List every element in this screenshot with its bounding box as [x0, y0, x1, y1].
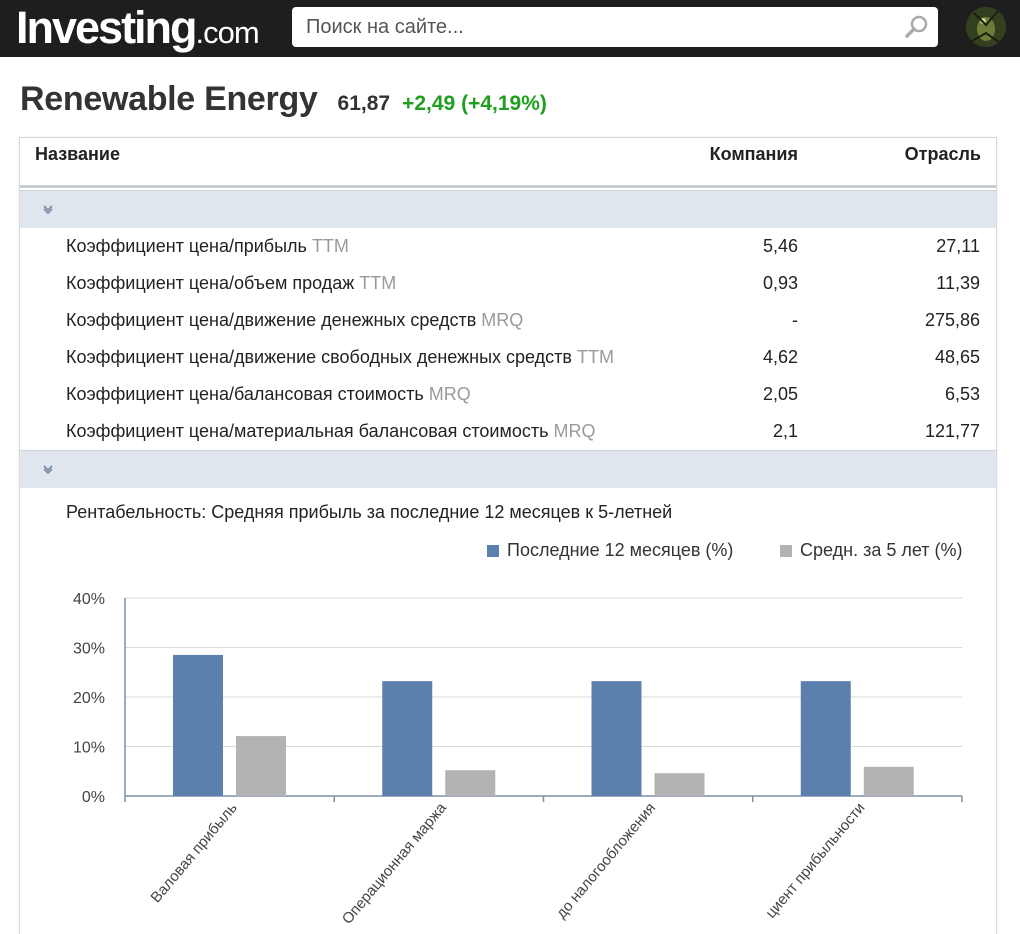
- logo-main-text: Investing: [16, 2, 198, 53]
- table-row: Коэффициент цена/балансовая стоимость MRQ…: [20, 376, 996, 413]
- row-industry-value: 121,77: [924, 421, 980, 441]
- row-label: Коэффициент цена/объем продаж TTM: [66, 273, 396, 294]
- row-period-suffix: MRQ: [428, 384, 471, 404]
- chevron-down-icon: [43, 205, 53, 215]
- table-row: Коэффициент цена/движение свободных дене…: [20, 339, 996, 376]
- x-tick-label: Валовая прибыль: [147, 800, 240, 907]
- search-input[interactable]: [292, 7, 892, 47]
- bar: [173, 654, 223, 796]
- row-label: Коэффициент цена/движение свободных дене…: [66, 347, 614, 368]
- row-industry-value: 27,11: [936, 236, 980, 256]
- row-label: Коэффициент цена/балансовая стоимость MRQ: [66, 384, 471, 405]
- bar: [654, 773, 705, 796]
- row-label-text: Коэффициент цена/движение денежных средс…: [66, 310, 477, 330]
- search-icon[interactable]: [904, 14, 930, 40]
- row-period-suffix: TTM: [359, 273, 397, 293]
- row-period-suffix: TTM: [576, 347, 614, 367]
- section-toggle-valuation[interactable]: [20, 190, 996, 228]
- row-company-value: 5,46: [762, 236, 798, 256]
- y-tick-label: 30%: [73, 641, 105, 658]
- row-label-text: Коэффициент цена/движение свободных дене…: [66, 347, 572, 367]
- last-price: 61,87: [337, 92, 391, 115]
- column-header-name: Название: [35, 144, 120, 164]
- column-header-industry: Отрасль: [904, 144, 981, 164]
- search-box: [292, 7, 938, 47]
- x-tick-label: Операционная маржа: [339, 799, 451, 927]
- row-label-text: Коэффициент цена/балансовая стоимость: [66, 384, 424, 404]
- legend-label: Последние 12 месяцев (%): [507, 540, 734, 560]
- row-label-text: Коэффициент цена/прибыль: [66, 236, 307, 256]
- bar: [800, 681, 851, 796]
- row-company-value: 2,1: [772, 421, 798, 441]
- row-label-text: Коэффициент цена/материальная балансовая…: [66, 421, 549, 441]
- legend-swatch: [487, 544, 499, 557]
- row-label: Коэффициент цена/прибыль TTM: [66, 236, 349, 257]
- chevron-down-icon: [43, 465, 53, 475]
- legend-label: Средн. за 5 лет (%): [800, 540, 963, 560]
- y-tick-label: 40%: [73, 591, 105, 608]
- chart-title: Рентабельность: Средняя прибыль за после…: [66, 502, 673, 522]
- table-row: Коэффициент цена/прибыль TTM 5,46 27,11: [20, 228, 996, 265]
- legend-item-five-year: Средн. за 5 лет (%): [780, 540, 963, 561]
- page-title: Renewable Energy: [20, 80, 318, 118]
- row-industry-value: 11,39: [936, 273, 980, 293]
- row-label: Коэффициент цена/материальная балансовая…: [66, 421, 596, 442]
- row-company-value: -: [792, 310, 798, 330]
- site-logo[interactable]: Investing .com: [16, 2, 260, 53]
- row-industry-value: 48,65: [934, 347, 980, 367]
- y-tick-label: 20%: [73, 690, 105, 707]
- row-label: Коэффициент цена/движение денежных средс…: [66, 310, 523, 331]
- column-header-company: Компания: [709, 144, 798, 164]
- row-industry-value: 6,53: [944, 384, 980, 404]
- x-tick-label: циент прибыльности: [762, 800, 868, 922]
- table-row: Коэффициент цена/материальная балансовая…: [20, 413, 996, 450]
- bar: [863, 766, 914, 796]
- price-change: +2,49 (+4,19%): [402, 92, 547, 115]
- bar: [445, 770, 496, 796]
- bar: [382, 681, 433, 796]
- y-tick-label: 10%: [73, 740, 105, 757]
- row-company-value: 0,93: [762, 273, 798, 293]
- row-industry-value: 275,86: [924, 310, 980, 330]
- table-row: Коэффициент цена/объем продаж TTM 0,93 11…: [20, 265, 996, 302]
- row-label-text: Коэффициент цена/объем продаж: [66, 273, 355, 293]
- row-period-suffix: TTM: [311, 236, 349, 256]
- user-avatar[interactable]: [966, 7, 1006, 47]
- x-tick-label: до налогообложения: [553, 800, 659, 922]
- row-period-suffix: MRQ: [481, 310, 524, 330]
- profitability-bar-chart: 40% 30% 20% 10% 0% Валовая прибыль Операционна…: [73, 591, 963, 928]
- bar: [236, 736, 286, 796]
- table-row: Коэффициент цена/движение денежных средс…: [20, 302, 996, 339]
- legend-swatch: [780, 544, 792, 557]
- table-header: Название Компания Отрасль: [20, 138, 996, 188]
- row-company-value: 2,05: [762, 384, 798, 404]
- top-navigation-bar: Investing .com: [0, 0, 1020, 57]
- logo-suffix-text: .com: [195, 15, 260, 50]
- ratios-panel: Название Компания Отрасль Коэффициент це…: [19, 137, 997, 934]
- y-tick-label: 0%: [82, 789, 105, 806]
- row-period-suffix: MRQ: [553, 421, 596, 441]
- section-toggle-profitability[interactable]: [20, 450, 996, 488]
- bar: [591, 681, 642, 796]
- legend-item-recent: Последние 12 месяцев (%): [487, 540, 733, 561]
- row-company-value: 4,62: [762, 347, 798, 367]
- instrument-header: Renewable Energy 61,87 +2,49 (+4,19%): [20, 80, 547, 124]
